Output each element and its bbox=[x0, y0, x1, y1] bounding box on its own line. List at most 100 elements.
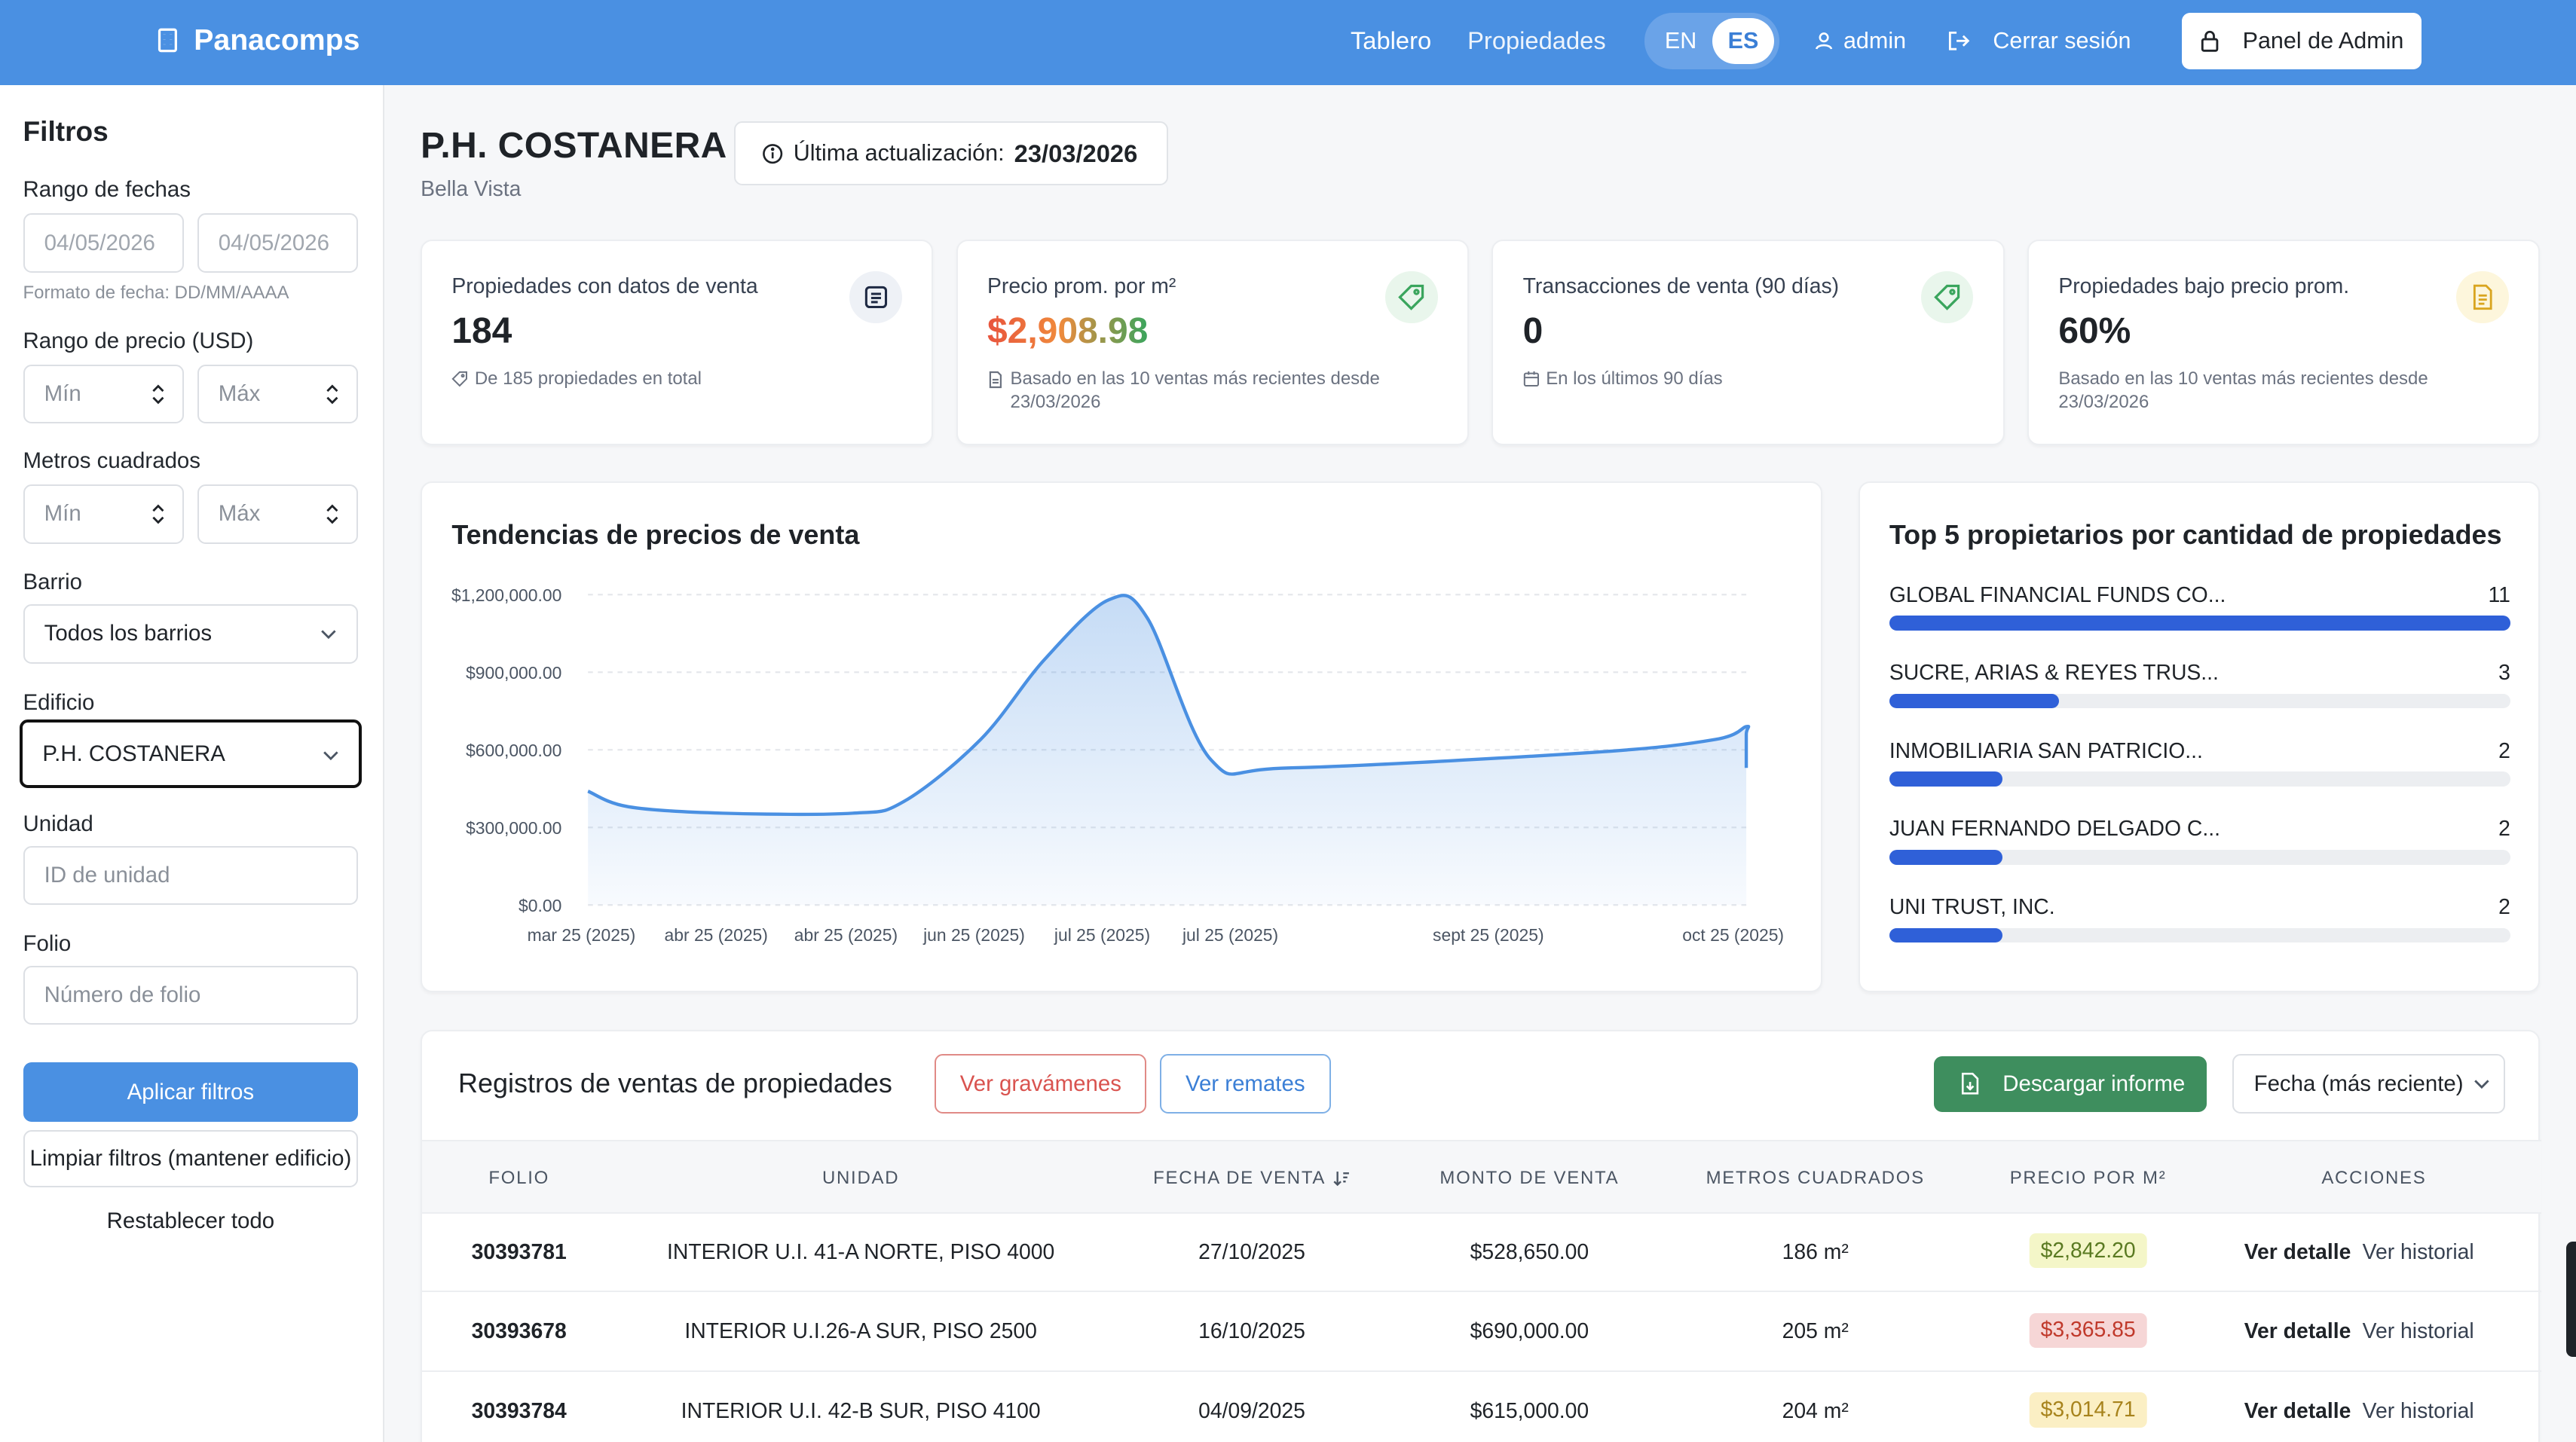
x-tick-label: mar 25 (2025) bbox=[528, 925, 636, 945]
last-update-date: 23/03/2026 bbox=[1014, 139, 1138, 167]
folio-input[interactable]: Número de folio bbox=[23, 965, 359, 1025]
price-max-input[interactable]: Máx bbox=[197, 364, 359, 424]
view-detail-link[interactable]: Ver detalle bbox=[2244, 1240, 2351, 1265]
clear-filters-button[interactable]: Limpiar filtros (mantener edificio) bbox=[23, 1129, 359, 1188]
edificio-select[interactable]: P.H. COSTANERA bbox=[20, 719, 362, 789]
owner-count: 3 bbox=[2498, 661, 2510, 686]
filters-sidebar: Filtros Rango de fechas 04/05/2026 04/05… bbox=[0, 85, 385, 1442]
owner-count: 2 bbox=[2498, 817, 2510, 842]
nav-propiedades[interactable]: Propiedades bbox=[1467, 26, 1606, 55]
view-history-link[interactable]: Ver historial bbox=[2363, 1399, 2474, 1424]
cell-folio: 30393678 bbox=[471, 1319, 567, 1344]
stat-card-avg-price: Precio prom. por m² $2,908.98 Basado en … bbox=[956, 240, 1469, 445]
logout-label: Cerrar sesión bbox=[1993, 28, 2131, 54]
sqm-min-placeholder: Mín bbox=[44, 501, 81, 527]
download-report-label: Descargar informe bbox=[2002, 1071, 2186, 1096]
barrio-label: Barrio bbox=[23, 570, 82, 595]
cell-folio: 30393784 bbox=[471, 1399, 567, 1424]
lang-es[interactable]: ES bbox=[1712, 17, 1775, 64]
cell-unidad: INTERIOR U.I.26-A SUR, PISO 2500 bbox=[684, 1319, 1037, 1344]
view-detail-link[interactable]: Ver detalle bbox=[2244, 1399, 2351, 1424]
stat-icon-wrap bbox=[849, 270, 902, 324]
logout-button[interactable]: Cerrar sesión bbox=[1947, 28, 2131, 54]
apply-filters-button[interactable]: Aplicar filtros bbox=[23, 1062, 359, 1122]
stat-label: Propiedades bajo precio prom. bbox=[2058, 273, 2350, 298]
brand-name: Panacomps bbox=[194, 23, 360, 57]
price-min-input[interactable]: Mín bbox=[23, 364, 185, 424]
sqm-max-input[interactable]: Máx bbox=[197, 484, 359, 544]
owner-bar-track bbox=[1889, 693, 2510, 709]
unidad-input[interactable]: ID de unidad bbox=[23, 845, 359, 906]
sort-desc-icon bbox=[1333, 1171, 1349, 1187]
calendar-icon bbox=[1523, 371, 1539, 387]
document-icon bbox=[2473, 284, 2492, 310]
reset-all-button[interactable]: Restablecer todo bbox=[23, 1208, 359, 1234]
nav-tablero[interactable]: Tablero bbox=[1351, 26, 1431, 55]
view-liens-button[interactable]: Ver gravámenes bbox=[935, 1054, 1147, 1114]
building-icon bbox=[158, 28, 177, 52]
y-tick-label: $0.00 bbox=[519, 896, 561, 915]
stat-note: Basado en las 10 ventas más recientes de… bbox=[987, 368, 1431, 414]
user-menu[interactable]: admin bbox=[1814, 28, 1906, 54]
barrio-value: Todos los barrios bbox=[44, 621, 213, 646]
chevron-down-icon bbox=[321, 629, 336, 639]
stat-label: Propiedades con datos de venta bbox=[451, 273, 758, 298]
stat-label: Precio prom. por m² bbox=[987, 273, 1176, 298]
owner-bar-fill bbox=[1889, 849, 2002, 865]
col-fecha[interactable]: FECHA DE VENTA bbox=[1153, 1168, 1351, 1189]
sqm-min-input[interactable]: Mín bbox=[23, 484, 185, 544]
sqm-max-placeholder: Máx bbox=[218, 501, 261, 527]
barrio-select[interactable]: Todos los barrios bbox=[23, 604, 359, 664]
owner-bar-fill bbox=[1889, 616, 2510, 631]
view-detail-link[interactable]: Ver detalle bbox=[2244, 1319, 2351, 1344]
stat-card-below-avg: Propiedades bajo precio prom. 60% Basado… bbox=[2027, 240, 2541, 445]
col-unidad[interactable]: UNIDAD bbox=[822, 1168, 899, 1189]
stat-card-transactions: Transacciones de venta (90 días) 0 En lo… bbox=[1491, 240, 2005, 445]
col-folio[interactable]: FOLIO bbox=[488, 1168, 549, 1189]
date-range-label: Rango de fechas bbox=[23, 177, 191, 203]
stat-value: 184 bbox=[451, 310, 512, 351]
owners-title: Top 5 propietarios por cantidad de propi… bbox=[1889, 518, 2502, 550]
document-icon bbox=[989, 371, 1002, 389]
view-history-link[interactable]: Ver historial bbox=[2363, 1240, 2474, 1265]
chevron-down-icon bbox=[323, 751, 338, 760]
stat-note: En los últimos 90 días bbox=[1523, 368, 1723, 391]
x-tick-label: oct 25 (2025) bbox=[1682, 925, 1784, 945]
cell-fecha: 27/10/2025 bbox=[1198, 1239, 1305, 1264]
sort-select[interactable]: Fecha (más reciente) bbox=[2232, 1054, 2506, 1114]
last-update-box: Última actualización: 23/03/2026 bbox=[734, 121, 1168, 186]
stat-note-text: Basado en las 10 ventas más recientes de… bbox=[1010, 368, 1380, 412]
lang-en[interactable]: EN bbox=[1650, 18, 1712, 64]
date-from-input[interactable]: 04/05/2026 bbox=[23, 213, 185, 273]
cell-monto: $690,000.00 bbox=[1470, 1319, 1589, 1344]
admin-panel-button[interactable]: Panel de Admin bbox=[2182, 13, 2422, 69]
edificio-value: P.H. COSTANERA bbox=[42, 741, 225, 766]
logout-icon bbox=[1949, 32, 1970, 50]
stepper-icon bbox=[151, 504, 164, 524]
brand[interactable]: Panacomps bbox=[154, 23, 360, 57]
file-download-icon bbox=[1961, 1073, 1978, 1095]
stat-icon-wrap bbox=[2456, 270, 2510, 324]
admin-panel-label: Panel de Admin bbox=[2242, 27, 2404, 53]
col-monto[interactable]: MONTO DE VENTA bbox=[1439, 1168, 1619, 1189]
view-auctions-button[interactable]: Ver remates bbox=[1159, 1054, 1331, 1114]
tag-icon bbox=[451, 371, 468, 387]
col-precio-m2[interactable]: PRECIO POR M² bbox=[2010, 1168, 2167, 1189]
y-tick-label: $900,000.00 bbox=[466, 663, 561, 683]
cell-unidad: INTERIOR U.I. 42-B SUR, PISO 4100 bbox=[681, 1399, 1041, 1424]
stepper-icon bbox=[326, 504, 338, 524]
download-report-button[interactable]: Descargar informe bbox=[1933, 1056, 2207, 1112]
sqm-label: Metros cuadrados bbox=[23, 448, 201, 474]
stat-label: Transacciones de venta (90 días) bbox=[1522, 273, 1840, 298]
scroll-handle[interactable] bbox=[2566, 1242, 2576, 1357]
cell-unidad: INTERIOR U.I. 41-A NORTE, PISO 4000 bbox=[666, 1239, 1055, 1264]
owner-count: 2 bbox=[2498, 894, 2510, 919]
date-to-input[interactable]: 04/05/2026 bbox=[197, 213, 359, 273]
cell-precio-badge: $3,365.85 bbox=[2029, 1312, 2147, 1348]
stepper-icon bbox=[326, 384, 338, 404]
x-tick-label: abr 25 (2025) bbox=[665, 925, 768, 945]
cell-precio-badge: $3,014.71 bbox=[2029, 1392, 2147, 1428]
stat-value: $2,908.98 bbox=[987, 310, 1149, 351]
col-m2[interactable]: METROS CUADRADOS bbox=[1706, 1168, 1925, 1189]
view-history-link[interactable]: Ver historial bbox=[2363, 1319, 2474, 1344]
